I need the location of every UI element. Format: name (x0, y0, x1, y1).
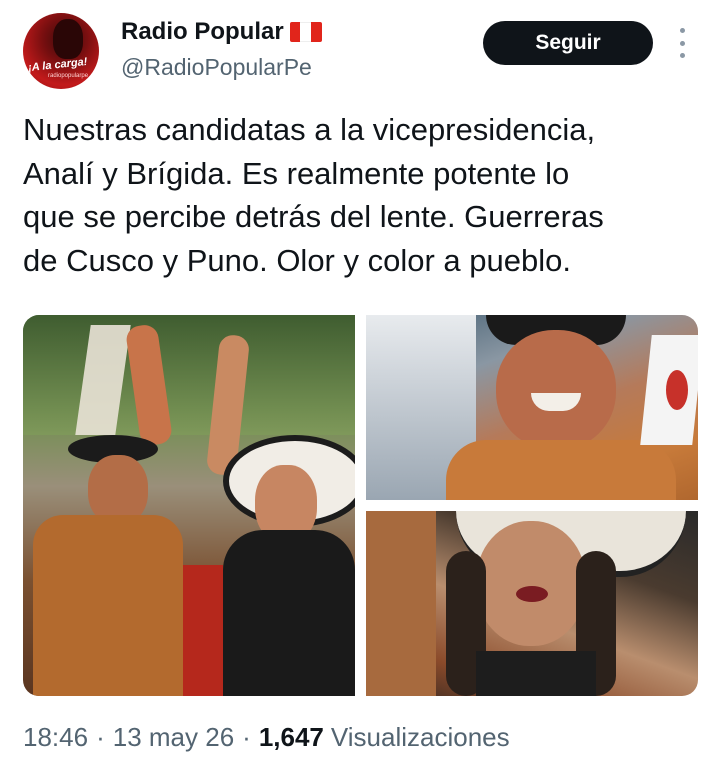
more-vertical-icon[interactable] (675, 28, 689, 58)
tweet-meta: 18:46 · 13 may 26 · 1,647 Visualizacione… (23, 722, 510, 753)
avatar[interactable]: ¡A la carga! radiopopularpe (23, 13, 99, 89)
tweet-date[interactable]: 13 may 26 (113, 722, 234, 753)
views-label: Visualizaciones (330, 722, 510, 752)
media-grid (23, 315, 698, 696)
separator: · (96, 722, 105, 752)
user-handle[interactable]: @RadioPopularPe (121, 54, 312, 81)
display-name[interactable]: Radio Popular (121, 18, 284, 46)
avatar-silhouette (53, 19, 83, 59)
avatar-subtext: radiopopularpe (48, 73, 89, 79)
peru-flag-icon (289, 22, 322, 42)
photo-woman-speaking[interactable] (366, 511, 698, 696)
avatar-text: ¡A la carga! (27, 55, 88, 75)
views-count: 1,647 (258, 722, 324, 752)
tweet-time[interactable]: 18:46 (23, 722, 88, 753)
tweet-header: ¡A la carga! radiopopularpe Radio Popula… (0, 0, 720, 100)
tweet-text: Nuestras candidatas a la vicepresidencia… (23, 112, 604, 278)
photo-smiling-woman[interactable] (366, 315, 698, 500)
photo-rally-crowd[interactable] (23, 315, 355, 696)
name-row: Radio Popular (121, 18, 322, 46)
follow-button[interactable]: Seguir (483, 21, 653, 65)
separator: · (242, 722, 251, 752)
